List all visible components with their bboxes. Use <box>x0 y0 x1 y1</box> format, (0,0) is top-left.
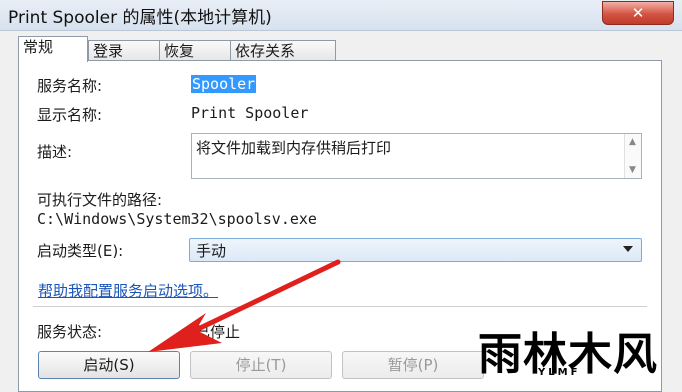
arrow-shaft <box>193 259 341 333</box>
tab-general[interactable]: 常规 <box>18 36 88 62</box>
ylmf-watermark: 雨林木风 YLMF <box>478 322 674 382</box>
arrow-head <box>148 313 222 352</box>
watermark-subtext: YLMF <box>538 367 581 378</box>
